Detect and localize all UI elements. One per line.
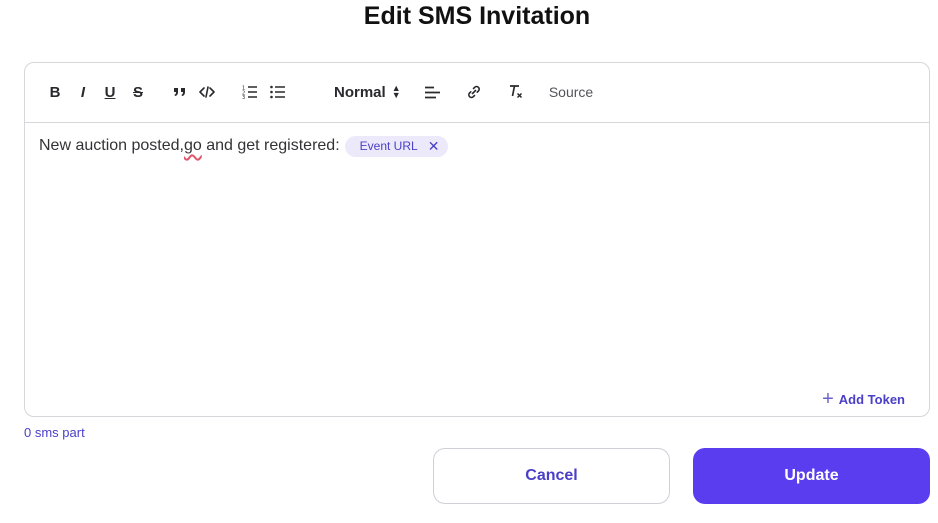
format-select[interactable]: Normal ▲ ▼ [334,81,401,103]
event-url-token: Event URL ✕ [344,135,449,157]
bold-button[interactable]: B [47,81,63,103]
svg-text:3: 3 [242,95,245,99]
add-token-button[interactable]: + Add Token [822,389,905,409]
underline-button[interactable]: U [102,81,118,103]
editor-toolbar: B I U S 123 Normal ▲ ▼ Source [25,63,929,123]
link-icon[interactable] [465,81,483,103]
editor-content[interactable]: New auction posted, go and get registere… [39,135,449,157]
sms-part-count: 0 sms part [24,425,85,440]
update-button[interactable]: Update [693,448,930,504]
italic-button[interactable]: I [75,81,91,103]
cancel-button[interactable]: Cancel [433,448,670,504]
format-select-value: Normal [334,83,386,101]
remove-token-icon[interactable]: ✕ [428,139,440,153]
misspelled-word: go [183,137,202,154]
page-title: Edit SMS Invitation [363,2,591,30]
message-text-before: New auction posted, [39,137,184,154]
blockquote-icon[interactable] [171,81,189,103]
code-icon[interactable] [198,81,216,103]
add-token-label: Add Token [838,391,905,407]
select-arrows-icon: ▲ ▼ [391,83,401,100]
strike-button[interactable]: S [130,81,146,103]
align-icon[interactable] [423,81,441,103]
ordered-list-icon[interactable]: 123 [241,81,259,103]
clear-format-icon[interactable] [507,81,525,103]
token-label: Event URL [359,139,418,153]
sms-editor: B I U S 123 Normal ▲ ▼ Source New auctio… [24,62,930,417]
plus-icon: + [822,388,834,410]
bullet-list-icon[interactable] [269,81,287,103]
source-button[interactable]: Source [549,81,593,103]
message-text-after: and get registered: [201,137,340,154]
